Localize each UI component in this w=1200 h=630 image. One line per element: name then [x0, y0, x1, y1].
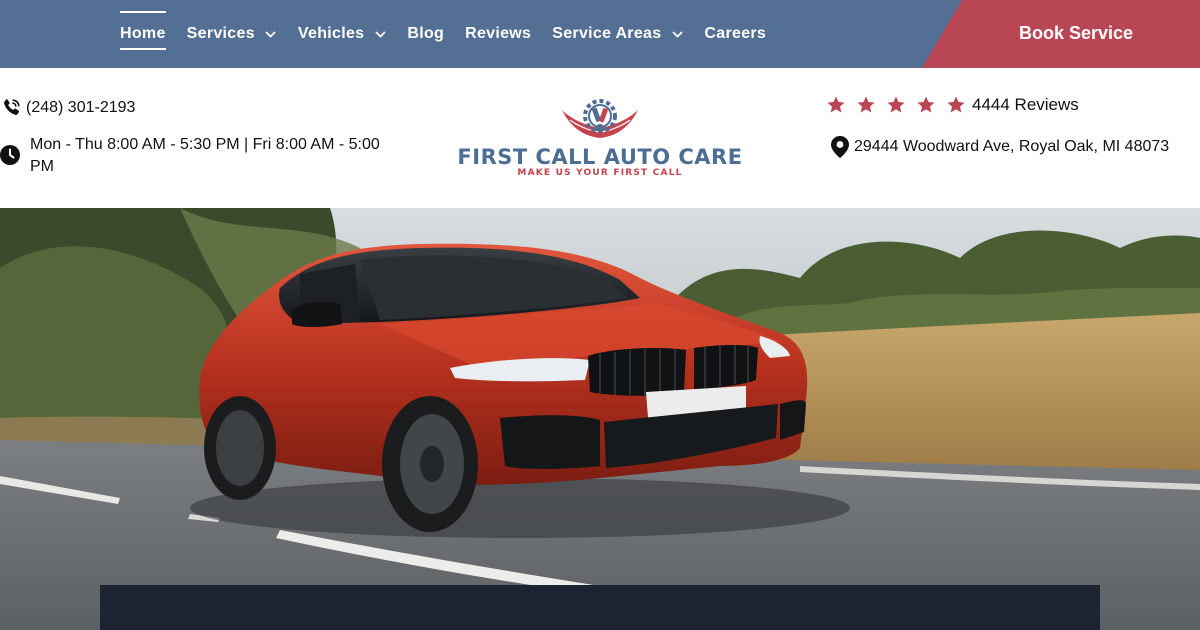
nav-item-vehicles[interactable]: Vehicles [298, 0, 386, 68]
nav-item-services[interactable]: Services [187, 0, 277, 68]
star-icon [916, 95, 936, 115]
top-navigation-bar: Home Services Vehicles Blog Reviews Serv… [0, 0, 1200, 68]
review-rating[interactable]: 4444 Reviews [826, 95, 1079, 115]
nav-label-reviews: Reviews [465, 25, 532, 42]
main-nav: Home Services Vehicles Blog Reviews Serv… [120, 0, 787, 68]
nav-item-careers[interactable]: Careers [704, 0, 766, 68]
nav-label-careers: Careers [704, 25, 767, 42]
chevron-down-icon [265, 28, 277, 40]
clock-icon [0, 145, 20, 165]
address-text: 29444 Woodward Ave, Royal Oak, MI 48073 [854, 138, 1170, 155]
star-icon [946, 95, 966, 115]
nav-label-vehicles: Vehicles [297, 25, 365, 42]
nav-item-reviews[interactable]: Reviews [465, 0, 531, 68]
contact-info-strip: (248) 301-2193 Mon - Thu 8:00 AM - 5:30 … [0, 68, 1200, 208]
hours-text: Mon - Thu 8:00 AM - 5:30 PM | Fri 8:00 A… [30, 136, 380, 175]
site-logo[interactable]: FIRST CALL AUTO CARE MAKE US YOUR FIRST … [454, 98, 746, 180]
nav-label-home: Home [120, 11, 166, 50]
chevron-down-icon [671, 28, 683, 40]
nav-label-blog: Blog [407, 25, 445, 42]
nav-item-blog[interactable]: Blog [407, 0, 444, 68]
book-service-button[interactable]: Book Service [922, 0, 1200, 68]
map-pin-icon [831, 136, 849, 158]
hero-image-car [0, 208, 1200, 630]
logo-title: FIRST CALL AUTO CARE [457, 145, 743, 169]
phone-icon [0, 97, 22, 119]
hero-content-panel [100, 585, 1100, 630]
star-rating [826, 95, 966, 115]
star-icon [886, 95, 906, 115]
nav-label-services: Services [186, 25, 255, 42]
address-link[interactable]: 29444 Woodward Ave, Royal Oak, MI 48073 [831, 136, 1169, 158]
phone-link[interactable]: (248) 301-2193 [0, 97, 135, 119]
star-icon [856, 95, 876, 115]
business-hours: Mon - Thu 8:00 AM - 5:30 PM | Fri 8:00 A… [0, 134, 380, 178]
star-icon [826, 95, 846, 115]
chevron-down-icon [374, 28, 386, 40]
logo-emblem [558, 98, 642, 146]
book-service-label: Book Service [1018, 22, 1134, 43]
logo-tagline: MAKE US YOUR FIRST CALL [517, 168, 683, 178]
nav-item-home[interactable]: Home [120, 0, 166, 68]
reviews-count: 4444 Reviews [972, 95, 1079, 114]
nav-label-service-areas: Service Areas [552, 25, 662, 42]
nav-item-service-areas[interactable]: Service Areas [552, 0, 683, 68]
phone-number: (248) 301-2193 [26, 99, 136, 116]
